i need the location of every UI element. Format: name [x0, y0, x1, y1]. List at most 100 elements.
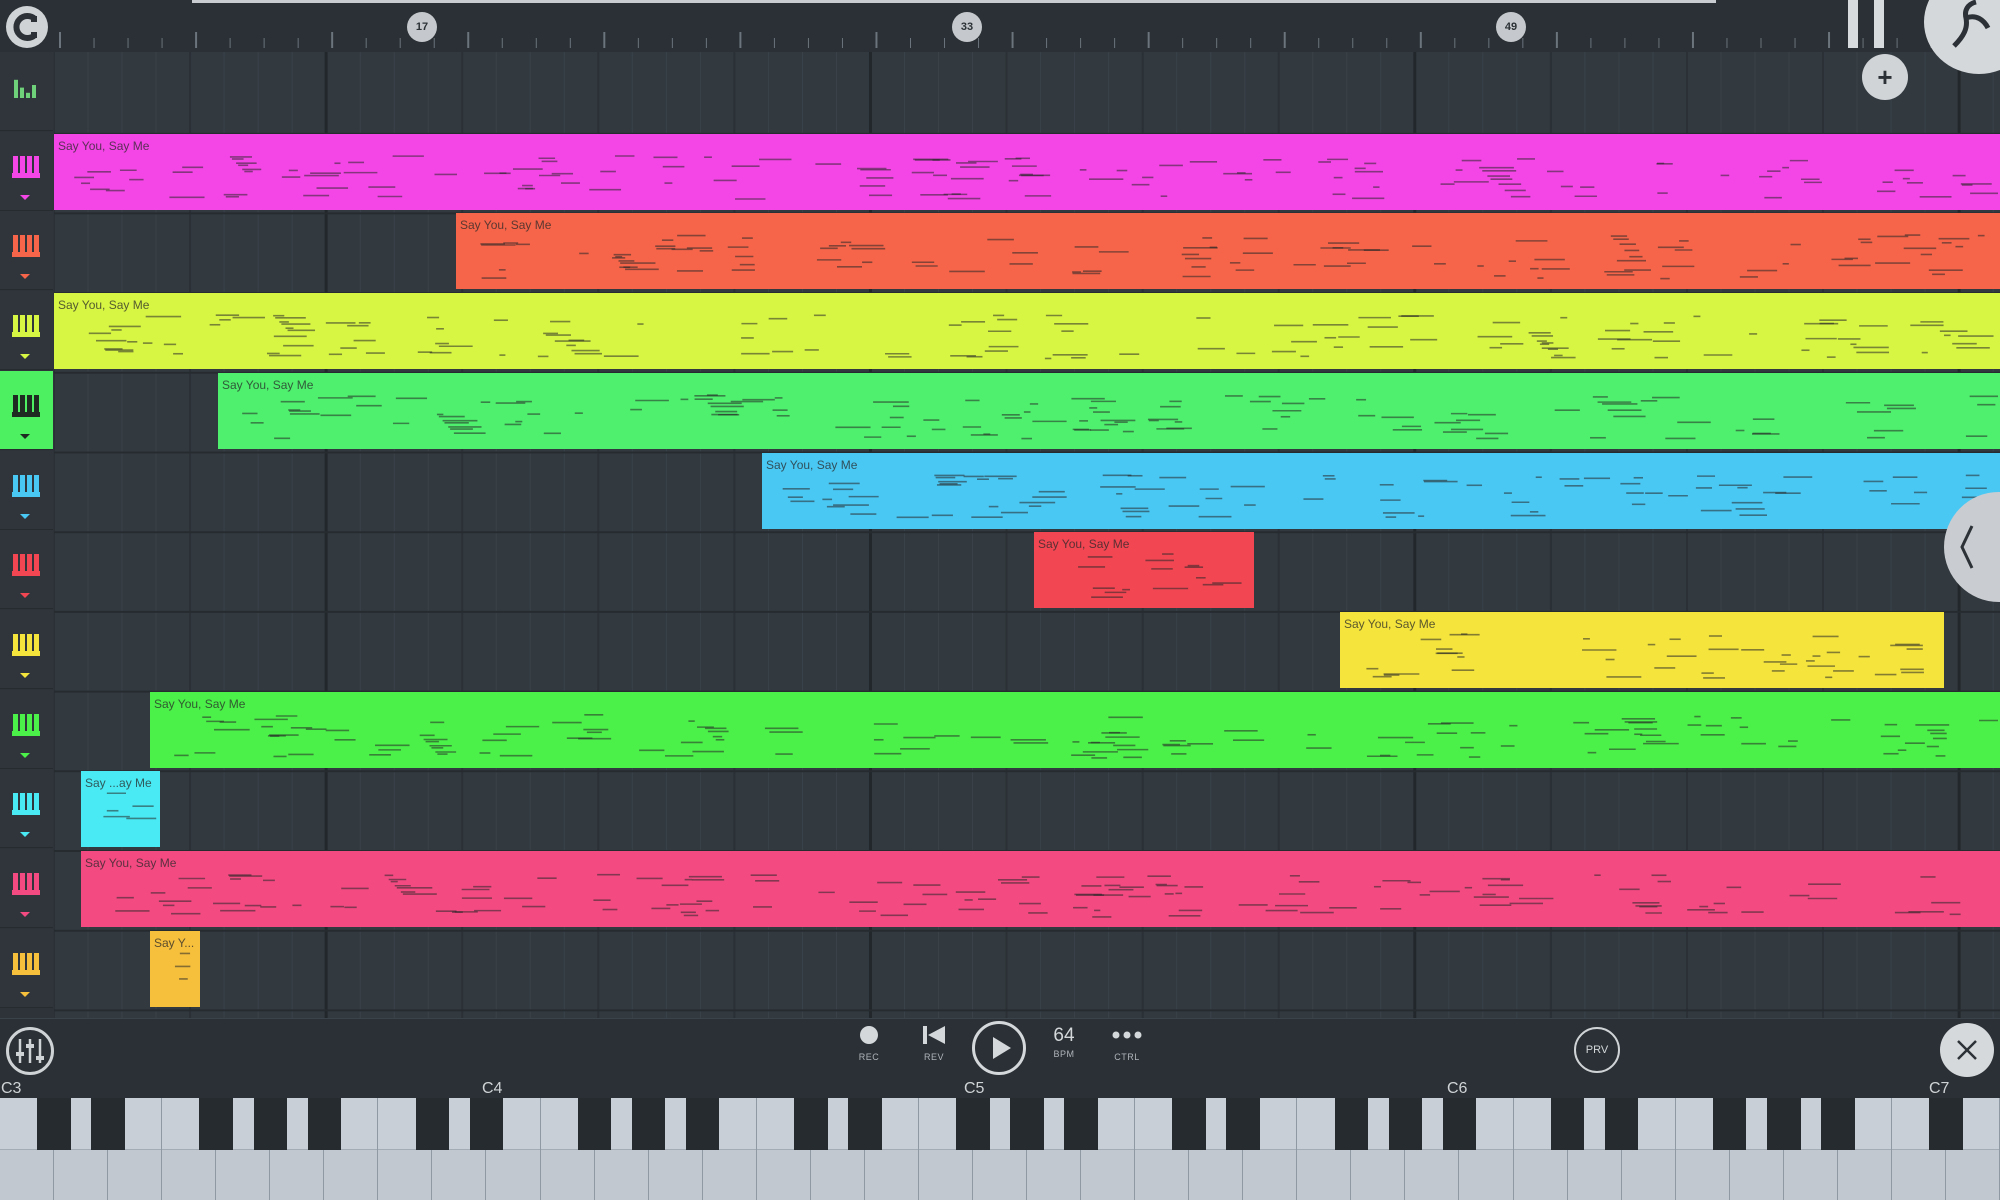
snap-magnet-icon[interactable]	[6, 6, 48, 48]
rewind-button[interactable]: REV	[904, 1025, 964, 1062]
track-8-button[interactable]	[0, 609, 53, 689]
black-key[interactable]	[1388, 1098, 1423, 1150]
track-menu-arrow-icon[interactable]	[20, 672, 30, 678]
track-menu-arrow-icon[interactable]	[20, 513, 30, 519]
tempo-button[interactable]: 64 BPM	[1034, 1025, 1094, 1059]
track-menu-arrow-icon[interactable]	[20, 752, 30, 758]
white-key-lower	[1729, 1149, 1783, 1200]
track-5-button[interactable]	[0, 370, 53, 450]
track-10-button[interactable]	[0, 769, 53, 849]
track-3-button[interactable]	[0, 211, 53, 291]
track-9-button[interactable]	[0, 689, 53, 769]
pattern-clip[interactable]: Say You, Say Me	[81, 851, 2000, 927]
rewind-caption: REV	[923, 1052, 944, 1062]
white-key-lower	[432, 1149, 486, 1200]
black-key[interactable]	[469, 1098, 504, 1150]
record-button[interactable]: REC	[839, 1025, 899, 1062]
white-key-lower	[1189, 1149, 1243, 1200]
track-menu-arrow-icon[interactable]	[20, 194, 30, 200]
black-key[interactable]	[1334, 1098, 1369, 1150]
pattern-clip[interactable]: Say You, Say Me	[54, 293, 2000, 370]
black-key[interactable]	[1821, 1098, 1855, 1150]
black-key[interactable]	[199, 1098, 233, 1150]
black-key[interactable]	[1172, 1098, 1206, 1150]
octave-label-c5: C5	[964, 1080, 985, 1097]
track-menu-arrow-icon[interactable]	[20, 912, 30, 917]
track-4-button[interactable]	[0, 291, 53, 371]
pattern-clip[interactable]: Say Y...	[150, 930, 200, 1007]
mixer-button[interactable]	[6, 1027, 54, 1075]
skip-back-icon	[923, 1026, 945, 1044]
track-12-button[interactable]	[0, 928, 53, 1008]
white-key-lower	[216, 1149, 270, 1200]
black-key[interactable]	[1064, 1098, 1098, 1150]
black-key[interactable]	[1010, 1098, 1044, 1150]
black-key[interactable]	[631, 1098, 666, 1150]
track-2-button[interactable]	[0, 131, 53, 211]
pattern-clip[interactable]: Say ...ay Me	[81, 771, 160, 848]
pattern-clip[interactable]: Say You, Say Me	[1340, 611, 1944, 688]
black-key[interactable]	[253, 1098, 287, 1150]
bar-marker-17[interactable]: 17	[407, 12, 437, 42]
black-key[interactable]	[1604, 1098, 1639, 1150]
bar-marker-33[interactable]: 33	[952, 12, 982, 42]
pause-icon[interactable]	[1848, 0, 1884, 48]
track-menu-arrow-icon[interactable]	[20, 832, 30, 838]
pattern-clip[interactable]: Say You, Say Me	[456, 213, 2000, 290]
track-7-button[interactable]	[0, 530, 53, 610]
track-11-button[interactable]	[0, 849, 53, 928]
black-key[interactable]	[415, 1098, 450, 1150]
black-key[interactable]	[37, 1098, 71, 1150]
white-key-lower	[162, 1149, 216, 1200]
black-key[interactable]	[307, 1098, 342, 1150]
white-key-lower	[594, 1149, 648, 1200]
track-menu-arrow-icon[interactable]	[20, 274, 30, 280]
black-key[interactable]	[1712, 1098, 1747, 1150]
track-1-button[interactable]	[0, 52, 53, 131]
white-key-lower	[1783, 1149, 1837, 1200]
clip-notes	[74, 154, 1998, 200]
side-panel-toggle[interactable]	[1944, 492, 2000, 602]
pattern-clip[interactable]: Say You, Say Me	[762, 452, 2000, 529]
black-key[interactable]	[577, 1098, 612, 1150]
black-key[interactable]	[91, 1098, 125, 1150]
track-6-button[interactable]	[0, 450, 53, 530]
pattern-clip[interactable]: Say You, Say Me	[54, 133, 2000, 210]
white-key-lower	[1567, 1149, 1621, 1200]
preview-button[interactable]: PRV	[1574, 1027, 1620, 1073]
playlist-grid[interactable]: Say You, Say Me Say You, Say Me Say You, S…	[54, 52, 2000, 1018]
track-menu-arrow-icon[interactable]	[20, 991, 30, 997]
white-key-lower	[1081, 1149, 1135, 1200]
track-menu-arrow-icon[interactable]	[20, 593, 30, 599]
black-key[interactable]	[794, 1098, 828, 1150]
timeline-ruler[interactable]: 17 33 49	[0, 0, 2000, 53]
white-key-lower	[540, 1149, 594, 1200]
bar-marker-49[interactable]: 49	[1496, 12, 1526, 42]
black-key[interactable]	[1442, 1098, 1477, 1150]
track-menu-arrow-icon[interactable]	[20, 354, 30, 360]
pattern-clip[interactable]: Say You, Say Me	[1034, 532, 1254, 609]
black-key[interactable]	[1226, 1098, 1260, 1150]
fl-fruit-logo-icon[interactable]	[1924, 0, 2000, 74]
pattern-clip[interactable]: Say You, Say Me	[150, 691, 2000, 768]
play-button[interactable]	[972, 1021, 1026, 1075]
black-key[interactable]	[1929, 1098, 1963, 1150]
piano-icon	[12, 873, 40, 895]
pattern-clip[interactable]: Say You, Say Me	[218, 372, 2000, 449]
piano-keyboard[interactable]	[0, 1098, 2000, 1200]
bpm-caption: BPM	[1053, 1049, 1075, 1059]
black-key[interactable]	[685, 1098, 720, 1150]
ctrl-button[interactable]: CTRL	[1097, 1025, 1157, 1062]
white-key-lower	[1027, 1149, 1081, 1200]
white-key-lower	[702, 1149, 756, 1200]
clip-label: Say You, Say Me	[766, 457, 858, 472]
add-button[interactable]: +	[1862, 54, 1908, 100]
white-key-lower	[54, 1149, 108, 1200]
black-key[interactable]	[1767, 1098, 1801, 1150]
track-menu-arrow-icon[interactable]	[20, 433, 30, 439]
close-button[interactable]	[1940, 1023, 1994, 1077]
black-key[interactable]	[956, 1098, 990, 1150]
piano-icon	[12, 952, 40, 975]
black-key[interactable]	[848, 1098, 882, 1150]
black-key[interactable]	[1550, 1098, 1585, 1150]
